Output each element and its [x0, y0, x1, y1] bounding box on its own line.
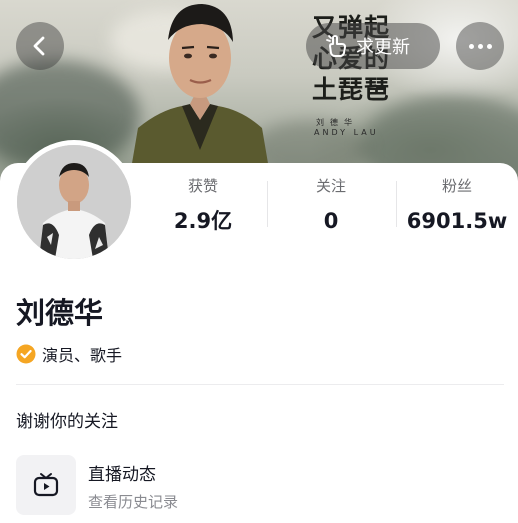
back-button[interactable]	[16, 22, 64, 70]
request-update-button[interactable]: 求更新	[306, 23, 440, 69]
chevron-left-icon	[33, 36, 45, 56]
stat-divider	[396, 181, 397, 227]
more-button[interactable]	[456, 22, 504, 70]
ellipsis-icon	[468, 43, 474, 49]
stat-divider	[267, 181, 268, 227]
avatar[interactable]	[12, 140, 136, 264]
live-subtitle: 查看历史记录	[88, 493, 179, 511]
stat-likes[interactable]: 获赞 2.9亿	[140, 176, 266, 234]
stat-likes-value: 2.9亿	[173, 209, 233, 233]
poster-artist-cn: 刘德华	[316, 118, 358, 127]
banner-portrait-image	[130, 4, 270, 175]
verified-check-icon	[16, 344, 36, 364]
stat-following-value: 0	[323, 209, 339, 233]
stat-followers[interactable]: 粉丝 6901.5w	[394, 176, 518, 234]
stat-following-label: 关注	[315, 177, 346, 195]
profile-name: 刘德华	[16, 296, 104, 330]
live-title: 直播动态	[88, 465, 156, 485]
poster-title-line: 土琵琶	[312, 75, 391, 104]
request-update-label: 求更新	[356, 37, 410, 58]
verification-text: 演员、歌手	[42, 346, 123, 365]
live-history-entry[interactable]: 直播动态 查看历史记录	[16, 455, 504, 517]
profile-stats: 获赞 2.9亿 关注 0 粉丝 6901.5w	[140, 176, 518, 236]
profile-bio: 谢谢你的关注	[16, 412, 118, 432]
section-divider	[16, 384, 504, 385]
live-icon-box	[16, 455, 76, 515]
poster-artist-en: ANDY LAU	[314, 128, 379, 137]
tv-play-icon	[33, 473, 59, 497]
stat-likes-label: 获赞	[187, 177, 218, 195]
stat-followers-value: 6901.5w	[406, 209, 508, 233]
avatar-image	[17, 145, 131, 259]
hand-point-icon	[326, 35, 346, 57]
stat-followers-label: 粉丝	[441, 177, 472, 195]
stat-following[interactable]: 关注 0	[268, 176, 394, 234]
verification-row: 演员、歌手	[16, 342, 122, 366]
